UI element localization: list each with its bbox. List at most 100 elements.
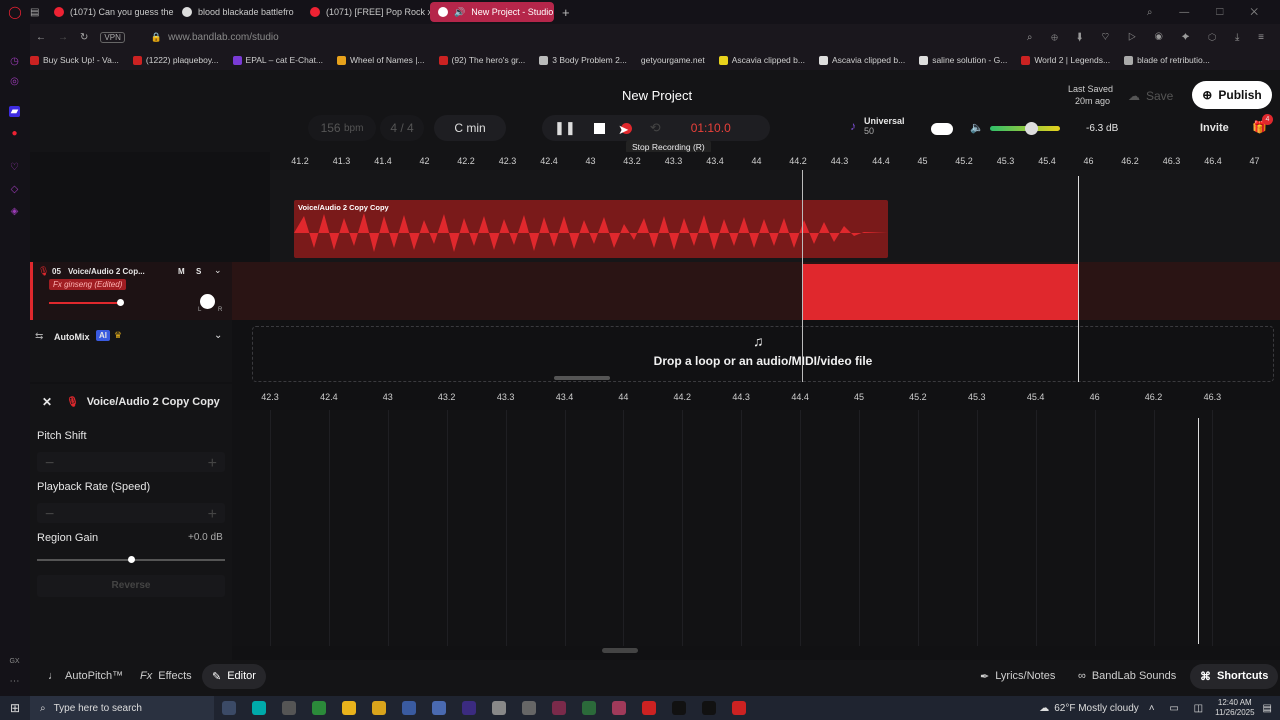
messenger-icon[interactable]: ◎ xyxy=(9,76,20,87)
heart-icon[interactable]: ♡ xyxy=(9,162,20,173)
bookmark-4[interactable]: Wheel of Names |... xyxy=(337,55,425,65)
universal-control[interactable]: ♪ Universal 50 xyxy=(850,116,905,136)
track-name[interactable]: Voice/Audio 2 Cop... xyxy=(68,267,145,276)
editor-tab[interactable]: ✎ Editor xyxy=(202,664,266,689)
fx-chip[interactable]: Fx ginseng (Edited) xyxy=(49,279,127,290)
region-gain-slider[interactable] xyxy=(37,556,225,563)
task-view-icon[interactable] xyxy=(222,701,236,715)
steam-alt-icon[interactable] xyxy=(402,701,416,715)
publish-button[interactable]: ⊕ Publish xyxy=(1192,81,1272,109)
app-icon-3[interactable] xyxy=(552,701,566,715)
audio-region[interactable]: Voice/Audio 2 Copy Copy xyxy=(294,200,888,258)
steam-icon[interactable] xyxy=(282,701,296,715)
project-title[interactable]: New Project xyxy=(622,88,692,103)
browser-tab-2[interactable]: blood blackade battlefro xyxy=(174,2,302,22)
close-editor-icon[interactable]: ✕ xyxy=(42,395,52,409)
stop-button[interactable] xyxy=(593,122,605,134)
pin-icon[interactable]: ◇ xyxy=(9,184,20,195)
solo-button[interactable]: S xyxy=(196,267,201,276)
opera-gx-icon[interactable] xyxy=(642,701,656,715)
bookmark-3[interactable]: EPAL – cat E-Chat... xyxy=(232,55,323,65)
save-button[interactable]: ☁ Save xyxy=(1128,84,1184,108)
bookmark-9[interactable]: Ascavia clipped b... xyxy=(818,55,905,65)
key-selector[interactable]: C min xyxy=(434,115,506,141)
reload-icon[interactable]: ↻ xyxy=(80,32,88,43)
shortcuts-button[interactable]: ⌘ Shortcuts xyxy=(1190,664,1279,689)
tiktok-icon[interactable] xyxy=(672,701,686,715)
invite-button[interactable]: Invite xyxy=(1200,122,1229,134)
twitch-icon[interactable]: ▰ xyxy=(9,106,20,117)
window-controls[interactable]: ⌕ — ☐ ✕ xyxy=(1147,7,1270,18)
effects-tab[interactable]: Fx Effects xyxy=(140,670,192,682)
playback-rate-stepper[interactable]: − + xyxy=(37,503,225,523)
pitch-minus-button[interactable]: − xyxy=(45,455,54,473)
drop-zone[interactable]: ♫ Drop a loop or an audio/MIDI/video fil… xyxy=(252,326,1274,382)
windows-start-icon[interactable]: ⊞ xyxy=(0,701,30,715)
bookmark-12[interactable]: blade of retributio... xyxy=(1124,55,1210,65)
track-volume-slider[interactable] xyxy=(49,299,124,306)
rate-plus-button[interactable]: + xyxy=(208,506,217,524)
app-icon-2[interactable] xyxy=(492,701,506,715)
automix-label[interactable]: AutoMix xyxy=(54,332,90,342)
forward-icon[interactable]: → xyxy=(58,32,68,43)
autopitch-tab[interactable]: ♩ AutoPitch™ xyxy=(48,670,123,682)
lyrics-tab[interactable]: ✒ Lyrics/Notes xyxy=(980,670,1055,683)
reverse-button[interactable]: Reverse xyxy=(37,575,225,597)
bookmark-8[interactable]: Ascavia clipped b... xyxy=(718,55,805,65)
pitch-plus-button[interactable]: + xyxy=(208,455,217,473)
taskbar-search[interactable]: ⌕ Type here to search xyxy=(30,696,214,720)
track-header[interactable]: 🎙 05 Voice/Audio 2 Cop... M S ⌄ Fx ginse… xyxy=(30,262,232,320)
app-icon[interactable] xyxy=(432,701,446,715)
browser-tab-3[interactable]: (1071) [FREE] Pop Rock x xyxy=(302,2,430,22)
history-icon[interactable]: ◷ xyxy=(9,56,20,67)
tab-menu-icon[interactable]: ▤ xyxy=(30,7,46,18)
terminal-icon[interactable] xyxy=(702,701,716,715)
pan-knob[interactable] xyxy=(200,294,215,309)
track-expand-icon[interactable]: ⌄ xyxy=(214,265,222,276)
browser-tab-1[interactable]: (1071) Can you guess the xyxy=(46,2,174,22)
xbox-icon[interactable] xyxy=(312,701,326,715)
track-volume-knob[interactable] xyxy=(117,299,124,306)
editor-scrollbar[interactable] xyxy=(602,648,638,653)
opera-taskbar-icon[interactable] xyxy=(252,701,266,715)
app-icon-5[interactable] xyxy=(612,701,626,715)
pitch-shift-stepper[interactable]: − + xyxy=(37,452,225,472)
bookmark-1[interactable]: Buy Suck Up! - Va... xyxy=(30,55,119,65)
sounds-tab[interactable]: ∞ BandLab Sounds xyxy=(1078,670,1176,682)
bookmark-2[interactable]: (1222) plaqueboy... xyxy=(132,55,219,65)
chrome-icon[interactable] xyxy=(342,701,356,715)
notification-icon[interactable]: ▤ xyxy=(1263,703,1272,714)
app-icon-6[interactable] xyxy=(732,701,746,715)
master-volume-knob[interactable] xyxy=(1025,122,1038,135)
settings-icon[interactable] xyxy=(522,701,536,715)
automix-expand-icon[interactable]: ⌄ xyxy=(214,330,222,341)
pause-button[interactable]: ❚❚ xyxy=(554,120,576,136)
bookmark-6[interactable]: 3 Body Problem 2... xyxy=(539,55,627,65)
weather-widget[interactable]: ☁ 62°F Mostly cloudy xyxy=(1039,703,1139,714)
tempo-control[interactable]: 156 bpm xyxy=(308,115,376,141)
opera-logo-icon[interactable]: ◯ xyxy=(0,5,30,19)
browser-tab-active[interactable]: 🔊 New Project - Studio xyxy=(430,2,554,22)
editor-ruler[interactable]: 42.3 42.4 43 43.2 43.3 43.4 44 44.2 44.3 44.4 45 45… xyxy=(232,388,1280,408)
mute-button[interactable]: M xyxy=(178,267,185,276)
editor-grid[interactable] xyxy=(232,410,1280,646)
url-field[interactable]: www.bandlab.com/studio xyxy=(168,32,279,43)
timeline-ruler[interactable]: 41.2 41.3 41.4 42 42.2 42.3 42.4 43 43.2 43.3 43.4… xyxy=(270,152,1280,170)
clock[interactable]: 12:40 AM 11/26/2025 xyxy=(1215,698,1254,718)
master-speaker-icon[interactable]: 🔈 xyxy=(970,121,984,134)
file-explorer-icon[interactable] xyxy=(372,701,386,715)
master-volume-slider[interactable] xyxy=(990,122,1060,135)
horizontal-scrollbar[interactable] xyxy=(554,376,610,380)
bookmark-7[interactable]: getyourgame.net xyxy=(641,55,705,65)
tray-icons[interactable]: ˄ ▭ ◫ xyxy=(1149,703,1209,714)
gx-icon[interactable]: GX xyxy=(9,656,20,667)
vpn-badge[interactable]: VPN xyxy=(100,31,125,43)
recording-region[interactable] xyxy=(803,264,1079,320)
bookmark-side-icon[interactable]: ◈ xyxy=(9,206,20,217)
rate-minus-button[interactable]: − xyxy=(45,506,54,524)
new-tab-button[interactable]: + xyxy=(562,5,570,20)
more-icon[interactable]: ⋯ xyxy=(9,676,20,687)
bookmark-5[interactable]: (92) The hero's gr... xyxy=(438,55,525,65)
bookmark-11[interactable]: World 2 | Legends... xyxy=(1021,55,1110,65)
back-icon[interactable]: ← xyxy=(36,32,46,43)
